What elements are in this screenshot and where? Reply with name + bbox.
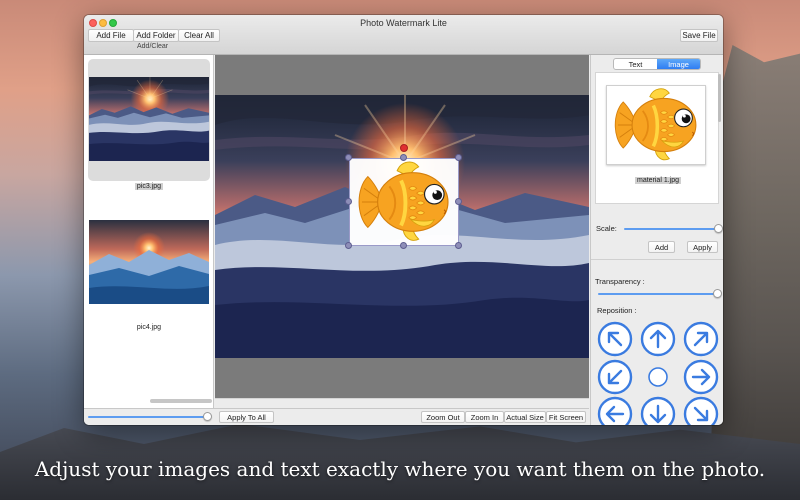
arrow-up-left-icon[interactable] xyxy=(597,321,633,357)
resize-handle-top-right[interactable] xyxy=(455,154,462,161)
resize-handle-left[interactable] xyxy=(345,198,352,205)
zoom-out-button[interactable]: Zoom Out xyxy=(421,411,465,423)
thumbnail-size-slider-knob[interactable] xyxy=(203,412,212,421)
scale-slider-knob[interactable] xyxy=(714,224,723,233)
marketing-caption: Adjust your images and text exactly wher… xyxy=(34,457,766,481)
arrow-left-down-icon[interactable] xyxy=(597,359,633,395)
panel-divider xyxy=(591,259,723,260)
watermark-image-selection[interactable] xyxy=(349,158,459,246)
arrow-down-right-icon[interactable] xyxy=(683,396,719,425)
resize-handle-right[interactable] xyxy=(455,198,462,205)
rotate-handle[interactable] xyxy=(400,144,408,152)
add-folder-button[interactable]: Add Folder xyxy=(133,29,179,42)
fish-watermark-image xyxy=(357,160,450,243)
arrow-down-icon[interactable] xyxy=(640,396,676,425)
watermark-type-segmented-control: Text Image xyxy=(613,58,701,70)
file-label-pic3: pic3.jpg xyxy=(134,183,164,190)
bottom-toolbar: Apply To All Zoom Out Zoom In Actual Siz… xyxy=(84,408,589,425)
file-list: pic3.jpg pic4.jpg xyxy=(84,55,214,408)
app-window: Photo Watermark Lite Add File Add Folder… xyxy=(84,15,723,425)
arrow-up-icon[interactable] xyxy=(640,321,676,357)
resize-handle-bottom-left[interactable] xyxy=(345,242,352,249)
resize-handle-bottom-right[interactable] xyxy=(455,242,462,249)
arrow-left-icon[interactable] xyxy=(597,396,633,425)
material-list-scrollbar[interactable] xyxy=(718,74,721,122)
reposition-label: Reposition : xyxy=(597,306,637,315)
file-thumbnail-pic4[interactable] xyxy=(89,220,209,304)
transparency-slider-track[interactable] xyxy=(598,293,718,295)
clear-all-button[interactable]: Clear All xyxy=(178,29,220,42)
material-list: material 1.jpg xyxy=(595,72,719,204)
settings-panel: Text Image material 1.jpg Scale: Add App… xyxy=(590,55,723,425)
resize-handle-bottom[interactable] xyxy=(400,242,407,249)
save-file-button[interactable]: Save File xyxy=(680,29,718,42)
resize-handle-top[interactable] xyxy=(400,154,407,161)
scale-label: Scale: xyxy=(596,224,617,233)
thumbnail-size-slider-track[interactable] xyxy=(88,416,208,418)
material-label: material 1.jpg xyxy=(634,177,682,184)
tab-text[interactable]: Text xyxy=(614,59,657,69)
add-clear-group-label: Add/Clear xyxy=(137,43,169,50)
actual-size-button[interactable]: Actual Size xyxy=(504,411,546,423)
resize-handle-top-left[interactable] xyxy=(345,154,352,161)
window-title: Photo Watermark Lite xyxy=(360,18,447,28)
transparency-label: Transparency : xyxy=(595,277,645,286)
tab-image[interactable]: Image xyxy=(657,59,700,69)
arrow-right-icon[interactable] xyxy=(683,359,719,395)
title-bar: Photo Watermark Lite Add File Add Folder… xyxy=(84,15,723,55)
zoom-in-button[interactable]: Zoom In xyxy=(465,411,504,423)
canvas-horizontal-scrollbar[interactable] xyxy=(215,398,589,408)
file-label-pic4: pic4.jpg xyxy=(136,324,162,331)
fit-screen-button[interactable]: Fit Screen xyxy=(546,411,586,423)
transparency-slider-knob[interactable] xyxy=(713,289,722,298)
material-thumbnail[interactable] xyxy=(606,85,706,165)
arrow-up-right-icon[interactable] xyxy=(683,321,719,357)
apply-to-all-button[interactable]: Apply To All xyxy=(219,411,274,423)
add-button[interactable]: Add xyxy=(648,241,675,253)
add-file-button[interactable]: Add File xyxy=(88,29,134,42)
background-mountain xyxy=(710,45,800,475)
file-list-scrollbar[interactable] xyxy=(150,399,212,403)
canvas-area xyxy=(215,55,589,408)
file-thumbnail-pic3[interactable] xyxy=(89,77,209,161)
scale-slider-track[interactable] xyxy=(624,228,719,230)
apply-button[interactable]: Apply xyxy=(687,241,718,253)
center-circle-icon[interactable] xyxy=(640,359,676,395)
